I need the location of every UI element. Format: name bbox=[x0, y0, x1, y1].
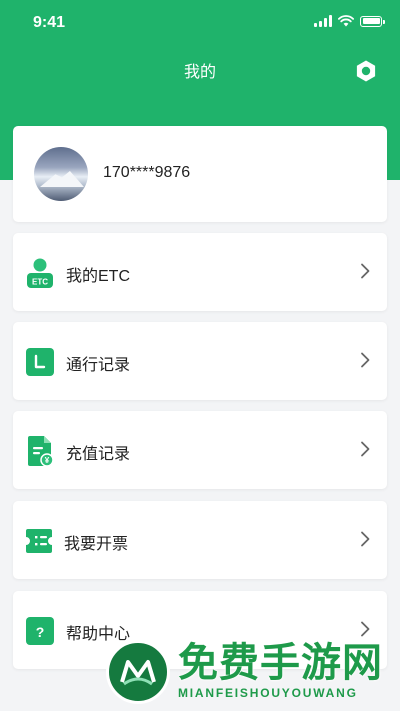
menu-item-my-etc[interactable]: ETC 我的ETC bbox=[13, 233, 387, 311]
pass-record-icon bbox=[26, 348, 54, 376]
chevron-right-icon bbox=[361, 621, 370, 637]
watermark: 免费手游网 MIANFEISHOUYOUWANG bbox=[106, 640, 396, 711]
chevron-right-icon bbox=[361, 263, 370, 279]
etc-user-icon: ETC bbox=[27, 258, 53, 288]
cellular-signal-icon bbox=[314, 15, 332, 27]
menu-item-label: 充值记录 bbox=[66, 446, 131, 463]
recharge-doc-icon: ¥ bbox=[28, 436, 54, 467]
menu-item-label: 通行记录 bbox=[66, 357, 131, 374]
status-time: 9:41 bbox=[33, 14, 66, 31]
profile-card[interactable]: 170****9876 bbox=[13, 126, 387, 222]
chevron-right-icon bbox=[361, 531, 370, 547]
menu-item-recharge-records[interactable]: ¥ 充值记录 bbox=[13, 411, 387, 489]
etc-icon-text: ETC bbox=[32, 278, 48, 287]
status-icons bbox=[314, 15, 385, 27]
menu-item-label: 我的ETC bbox=[66, 268, 131, 285]
avatar[interactable] bbox=[34, 147, 88, 201]
watermark-en-text: MIANFEISHOUYOUWANG bbox=[178, 686, 358, 700]
page-title: 我的 bbox=[183, 64, 216, 81]
settings-icon[interactable] bbox=[354, 59, 378, 83]
wifi-icon bbox=[338, 15, 354, 27]
help-icon-text: ? bbox=[36, 624, 45, 640]
invoice-ticket-icon bbox=[26, 529, 52, 553]
chevron-right-icon bbox=[361, 441, 370, 457]
battery-icon bbox=[360, 15, 385, 27]
chevron-right-icon bbox=[361, 352, 370, 368]
user-phone: 170****9876 bbox=[103, 164, 191, 181]
menu-item-invoice[interactable]: 我要开票 bbox=[13, 501, 387, 579]
watermark-logo-icon bbox=[106, 640, 170, 704]
yuan-icon-text: ¥ bbox=[45, 456, 50, 465]
status-bar: 9:41 bbox=[0, 0, 400, 46]
help-question-icon: ? bbox=[26, 617, 54, 645]
menu-item-label: 我要开票 bbox=[64, 536, 129, 553]
watermark-cn-text: 免费手游网 bbox=[178, 641, 383, 685]
menu-item-pass-records[interactable]: 通行记录 bbox=[13, 322, 387, 400]
